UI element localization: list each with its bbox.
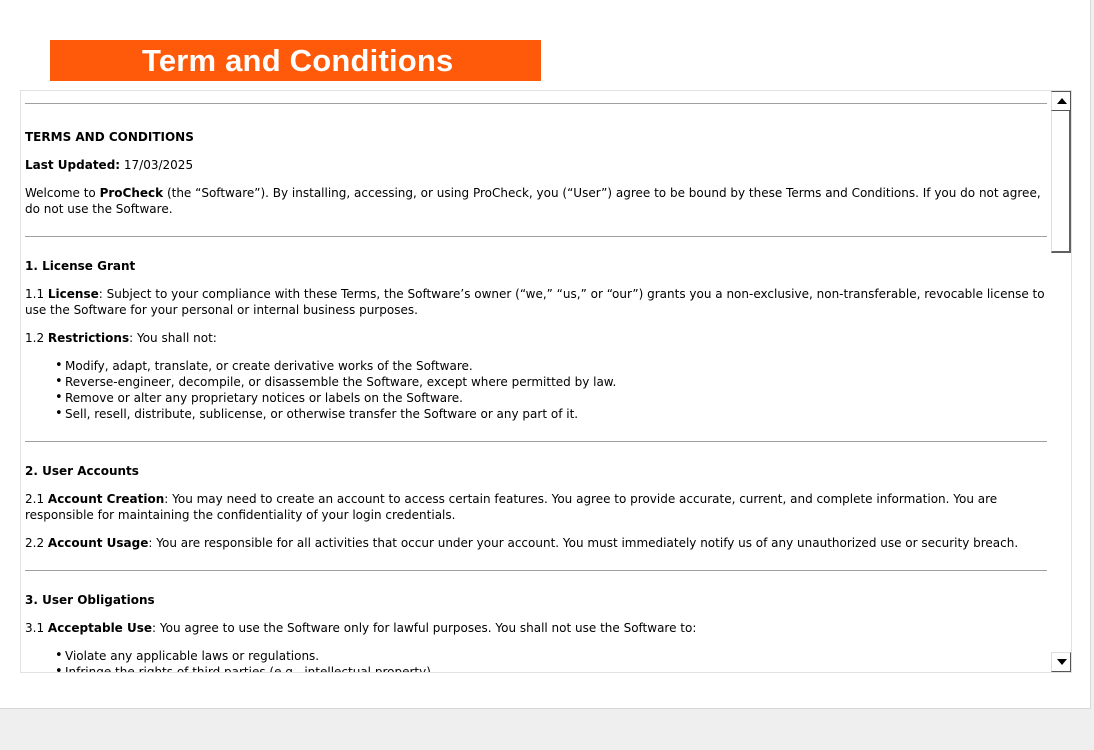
- terms-window: Term and Conditions TERMS AND CONDITIONS…: [0, 0, 1091, 709]
- page-title: Term and Conditions: [142, 43, 454, 78]
- obligations-list: Violate any applicable laws or regulatio…: [25, 648, 1047, 672]
- section-title-user-accounts: 2. User Accounts: [25, 464, 139, 478]
- clause-1-1: 1.1 License: Subject to your compliance …: [25, 287, 1045, 317]
- scroll-thumb[interactable]: [1051, 111, 1071, 253]
- divider: [25, 441, 1047, 442]
- list-item: Violate any applicable laws or regulatio…: [55, 648, 1047, 664]
- list-item: Reverse-engineer, decompile, or disassem…: [55, 374, 1047, 390]
- list-item: Modify, adapt, translate, or create deri…: [55, 358, 1047, 374]
- terms-document-content: TERMS AND CONDITIONS Last Updated: 17/03…: [25, 103, 1047, 672]
- divider: [25, 570, 1047, 571]
- arrow-up-icon: [1057, 98, 1067, 104]
- list-item: Remove or alter any proprietary notices …: [55, 390, 1047, 406]
- list-item: Infringe the rights of third parties (e.…: [55, 664, 1047, 672]
- divider: [25, 236, 1047, 237]
- scroll-up-button[interactable]: [1051, 91, 1071, 111]
- last-updated: Last Updated: 17/03/2025: [25, 158, 194, 172]
- divider: [25, 103, 1047, 104]
- scroll-track[interactable]: [1051, 111, 1071, 652]
- section-title-user-obligations: 3. User Obligations: [25, 593, 155, 607]
- terms-document-viewer[interactable]: TERMS AND CONDITIONS Last Updated: 17/03…: [20, 90, 1072, 673]
- arrow-down-icon: [1057, 659, 1067, 665]
- intro-paragraph: Welcome to ProCheck (the “Software”). By…: [25, 186, 1041, 216]
- clause-2-1: 2.1 Account Creation: You may need to cr…: [25, 492, 998, 522]
- clause-2-2: 2.2 Account Usage: You are responsible f…: [25, 536, 1019, 550]
- document-heading: TERMS AND CONDITIONS: [25, 130, 194, 144]
- scroll-down-button[interactable]: [1051, 652, 1071, 672]
- restrictions-list: Modify, adapt, translate, or create deri…: [25, 358, 1047, 422]
- clause-1-2: 1.2 Restrictions: You shall not:: [25, 331, 217, 345]
- clause-3-1: 3.1 Acceptable Use: You agree to use the…: [25, 621, 697, 635]
- section-title-license-grant: 1. License Grant: [25, 259, 136, 273]
- title-banner: Term and Conditions: [50, 40, 541, 81]
- list-item: Sell, resell, distribute, sublicense, or…: [55, 406, 1047, 422]
- vertical-scrollbar[interactable]: [1051, 91, 1071, 672]
